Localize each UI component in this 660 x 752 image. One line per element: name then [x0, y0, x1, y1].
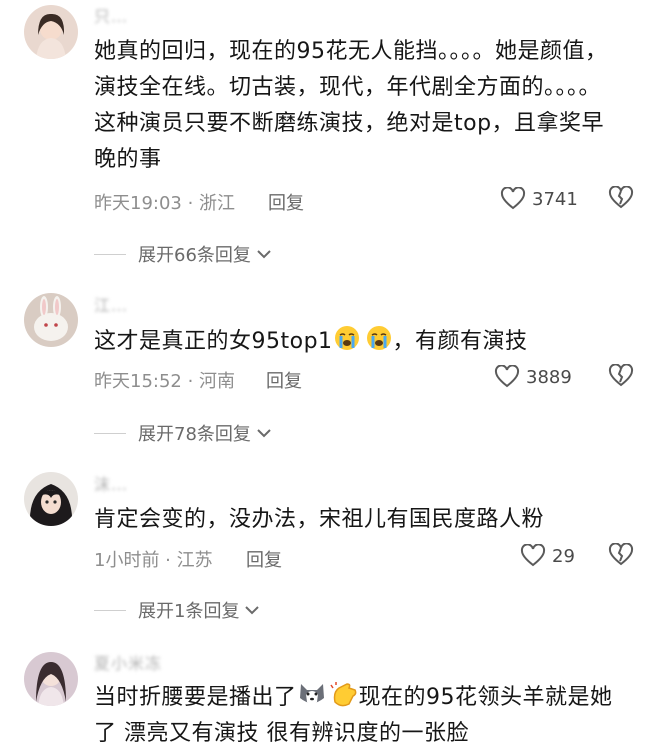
comment-meta: 昨天19:03 · 浙江 回复 3741: [94, 185, 640, 219]
crying-face-emoji: [334, 326, 359, 350]
like-button[interactable]: 3741: [500, 187, 578, 211]
expand-replies-label: 展开66条回复: [138, 245, 251, 266]
divider: [94, 253, 126, 255]
divider: [94, 609, 126, 611]
heart-icon: [520, 544, 546, 567]
like-count: 3889: [526, 366, 572, 388]
comment-text: 当时折腰要是播出了 现在的95花领头羊就是她了 漂亮又有演技 很有辨识度的一张脸: [94, 680, 624, 752]
reply-button[interactable]: 回复: [246, 546, 282, 572]
chevron-down-icon: [257, 429, 271, 438]
dislike-button[interactable]: [608, 542, 634, 572]
heart-icon: [500, 187, 526, 210]
crying-face-emoji: [366, 326, 391, 350]
expand-replies[interactable]: 展开1条回复: [94, 596, 261, 624]
comment-text-part: 当时折腰要是播出了: [94, 685, 297, 710]
heart-icon: [494, 365, 520, 388]
divider: [94, 432, 126, 434]
dislike-button[interactable]: [608, 185, 634, 215]
expand-replies-label: 展开1条回复: [138, 601, 240, 622]
username[interactable]: 江…: [94, 292, 128, 316]
timestamp-location: 1小时前 · 江苏: [94, 550, 213, 571]
comment-text: 这才是真正的女95top1 ，有颜有演技: [94, 324, 614, 360]
comment-text-part: 这才是真正的女95top1: [94, 329, 333, 354]
expand-replies[interactable]: 展开78条回复: [94, 419, 273, 447]
comment-meta: 1小时前 · 江苏 回复 29: [94, 542, 640, 576]
comment-meta: 昨天15:52 · 河南 回复 3889: [94, 363, 640, 397]
like-button[interactable]: 29: [520, 544, 575, 568]
avatar[interactable]: [24, 472, 78, 526]
avatar[interactable]: [24, 293, 78, 347]
husky-face-emoji: [299, 684, 324, 704]
reply-button[interactable]: 回复: [266, 367, 302, 393]
like-count: 3741: [532, 188, 578, 210]
username[interactable]: 只…: [94, 3, 128, 27]
timestamp-location: 昨天19:03 · 浙江: [94, 193, 236, 214]
comment-text: 她真的回归，现在的95花无人能挡。。。。她是颜值，演技全在线。切古装，现代，年代…: [94, 39, 608, 172]
username[interactable]: 沫…: [94, 471, 128, 495]
expand-replies[interactable]: 展开66条回复: [94, 240, 273, 268]
hand-clap-emoji: [329, 682, 356, 707]
reply-button[interactable]: 回复: [268, 189, 304, 215]
timestamp-location: 昨天15:52 · 河南: [94, 371, 236, 392]
comment-text: 肯定会变的，没办法，宋祖儿有国民度路人粉: [94, 507, 545, 532]
avatar[interactable]: [24, 652, 78, 706]
broken-heart-icon: [608, 363, 634, 387]
username[interactable]: 夏小米冻: [94, 650, 162, 674]
broken-heart-icon: [608, 542, 634, 566]
dislike-button[interactable]: [608, 363, 634, 393]
chevron-down-icon: [245, 606, 260, 615]
avatar[interactable]: [24, 5, 78, 59]
expand-replies-label: 展开78条回复: [138, 424, 251, 445]
broken-heart-icon: [608, 185, 634, 209]
chevron-down-icon: [257, 250, 271, 259]
like-count: 29: [552, 545, 575, 567]
comment-text-part: ，有颜有演技: [392, 329, 528, 354]
like-button[interactable]: 3889: [494, 365, 572, 389]
